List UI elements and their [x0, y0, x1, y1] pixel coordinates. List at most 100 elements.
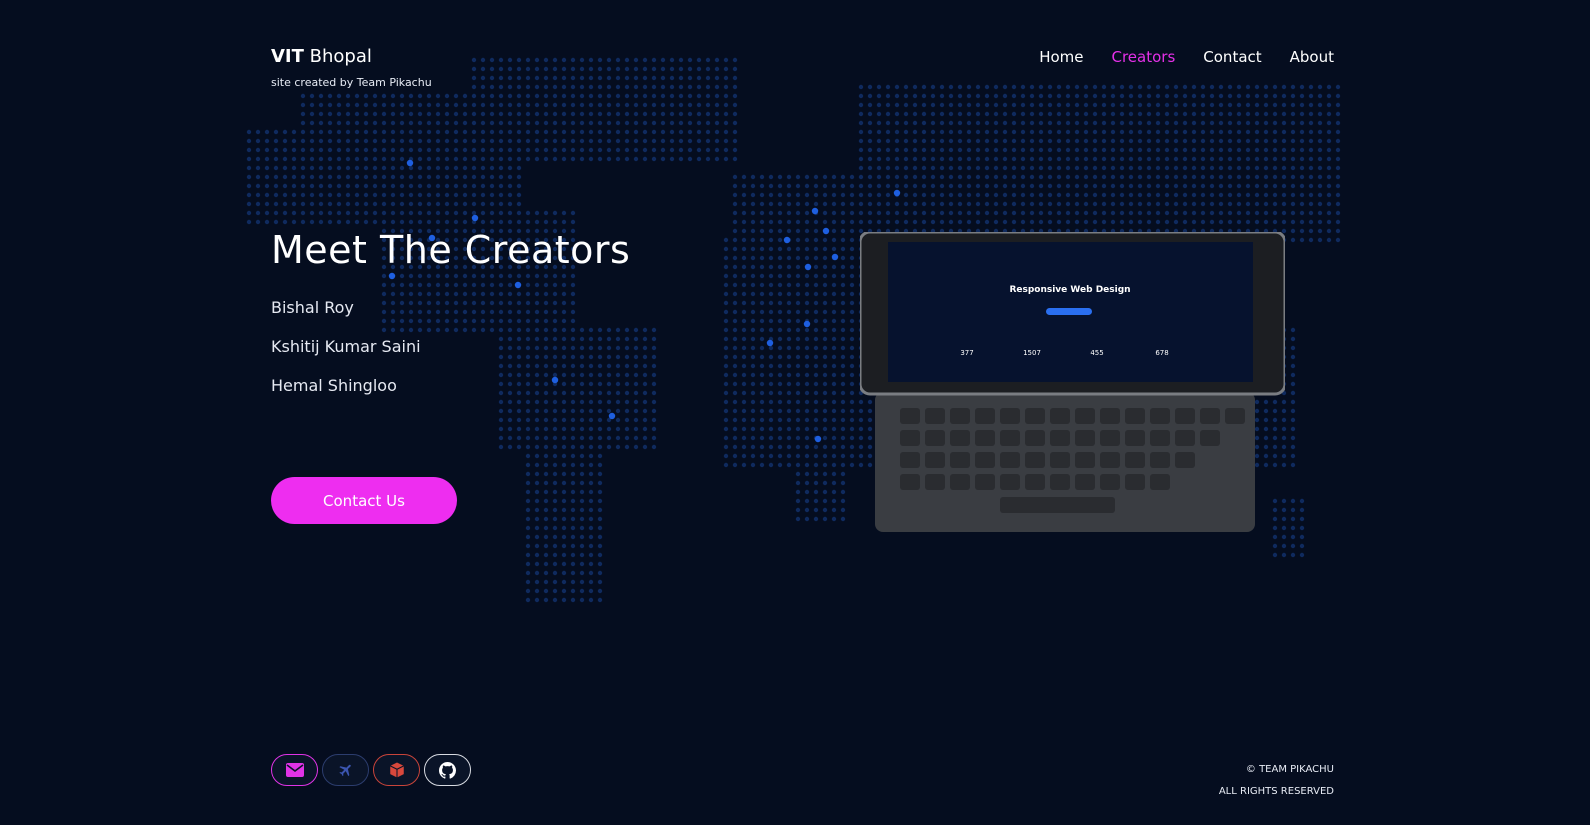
map-dot [795, 210, 801, 216]
map-dot [1092, 201, 1098, 207]
map-dot [678, 129, 684, 135]
map-dot [768, 201, 774, 207]
map-dot [1011, 129, 1017, 135]
map-dot [1317, 102, 1323, 108]
map-dot [1047, 210, 1053, 216]
keyboard-key [1025, 474, 1045, 490]
map-dot [714, 84, 720, 90]
map-dot [732, 408, 738, 414]
map-dot [687, 156, 693, 162]
map-dot [975, 201, 981, 207]
map-dot [1182, 129, 1188, 135]
map-dot [507, 102, 513, 108]
map-dot [768, 318, 774, 324]
package-button[interactable] [373, 754, 420, 786]
map-dot [804, 399, 810, 405]
keyboard-key [1050, 474, 1070, 490]
map-dot [408, 129, 414, 135]
keyboard-key [900, 408, 920, 424]
map-dot [813, 399, 819, 405]
map-dot [1209, 84, 1215, 90]
map-dot [768, 264, 774, 270]
map-dot [831, 345, 837, 351]
map-dot [282, 219, 288, 225]
map-dot [804, 273, 810, 279]
map-dot [1056, 93, 1062, 99]
map-dot [669, 75, 675, 81]
map-dot [831, 453, 837, 459]
map-dot [543, 552, 549, 558]
map-dot [615, 417, 621, 423]
map-dot [804, 390, 810, 396]
map-dot [597, 426, 603, 432]
map-dot [831, 228, 837, 234]
map-dot [939, 210, 945, 216]
map-dot [948, 147, 954, 153]
map-dot [1119, 120, 1125, 126]
map-dot [1020, 111, 1026, 117]
map-dot [1272, 210, 1278, 216]
map-dot [849, 201, 855, 207]
nav-contact[interactable]: Contact [1203, 48, 1261, 66]
map-dot [687, 102, 693, 108]
copyright-text: © TEAM PIKACHU [1245, 764, 1334, 775]
nav-home[interactable]: Home [1039, 48, 1083, 66]
contact-us-button[interactable]: Contact Us [271, 477, 457, 524]
map-dot [498, 201, 504, 207]
map-dot [831, 327, 837, 333]
map-dot [363, 120, 369, 126]
map-dot [1236, 129, 1242, 135]
map-dot [768, 237, 774, 243]
map-dot [912, 138, 918, 144]
map-dot [525, 156, 531, 162]
plane-icon [338, 764, 351, 777]
map-dot [489, 111, 495, 117]
map-dot [813, 498, 819, 504]
map-dot [570, 453, 576, 459]
map-dot [759, 399, 765, 405]
map-dot [1101, 174, 1107, 180]
email-button[interactable] [271, 754, 318, 786]
map-dot [858, 93, 864, 99]
map-dot [597, 147, 603, 153]
map-dot [543, 453, 549, 459]
map-dot [588, 111, 594, 117]
map-dot [444, 165, 450, 171]
map-dot [1290, 138, 1296, 144]
map-dot [480, 57, 486, 63]
map-dot [723, 453, 729, 459]
map-dot [894, 201, 900, 207]
map-dot [795, 345, 801, 351]
nav-about[interactable]: About [1290, 48, 1334, 66]
map-dot [813, 417, 819, 423]
map-dot [669, 156, 675, 162]
map-dot [543, 75, 549, 81]
map-dot [309, 102, 315, 108]
map-dot [435, 102, 441, 108]
nav-creators[interactable]: Creators [1112, 48, 1176, 66]
map-dot [993, 219, 999, 225]
map-dot [363, 210, 369, 216]
map-dot [849, 237, 855, 243]
map-dot [1029, 192, 1035, 198]
map-dot [876, 219, 882, 225]
map-dot [642, 327, 648, 333]
travel-button[interactable] [322, 754, 369, 786]
map-dot [1281, 192, 1287, 198]
map-dot [480, 183, 486, 189]
map-dot [363, 111, 369, 117]
map-dot [417, 156, 423, 162]
map-dot [381, 192, 387, 198]
site-brand[interactable]: VIT Bhopal [271, 46, 432, 67]
map-dot [1227, 120, 1233, 126]
map-dot [1047, 192, 1053, 198]
github-button[interactable] [424, 754, 471, 786]
map-dot [255, 219, 261, 225]
map-dot [1281, 174, 1287, 180]
map-dot [795, 282, 801, 288]
map-dot [399, 102, 405, 108]
map-dot [597, 111, 603, 117]
map-dot [822, 219, 828, 225]
map-dot [1245, 156, 1251, 162]
map-dot [336, 120, 342, 126]
